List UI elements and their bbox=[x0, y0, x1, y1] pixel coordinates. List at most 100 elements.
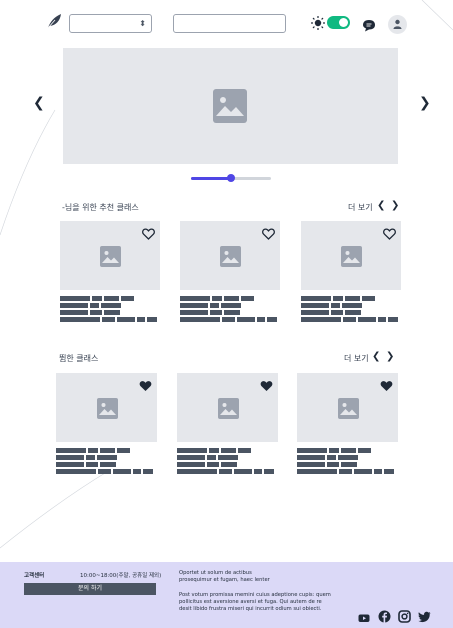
search-input[interactable] bbox=[173, 14, 286, 33]
text-placeholder-bar bbox=[362, 296, 375, 301]
popular-card-text-placeholder bbox=[297, 448, 394, 476]
instagram-icon[interactable] bbox=[398, 608, 411, 623]
image-placeholder-icon bbox=[213, 89, 247, 123]
text-placeholder-bar bbox=[100, 448, 115, 453]
carousel-progress-handle[interactable] bbox=[227, 174, 235, 182]
recommended-card-text-placeholder bbox=[60, 296, 157, 324]
text-placeholder-bar bbox=[329, 448, 339, 453]
popular-card-image[interactable] bbox=[177, 373, 278, 442]
text-placeholder-bar bbox=[354, 469, 372, 474]
text-placeholder-bar bbox=[343, 317, 356, 322]
text-placeholder-bar bbox=[100, 462, 116, 467]
text-placeholder-bar bbox=[137, 317, 145, 322]
category-select[interactable]: ⬍ bbox=[69, 14, 152, 33]
recommended-card-image[interactable] bbox=[301, 221, 401, 290]
text-placeholder-bar bbox=[60, 296, 90, 301]
text-placeholder-bar bbox=[86, 462, 98, 467]
footer-text-line-1: Oportet ut solum de actibus bbox=[179, 570, 252, 576]
text-placeholder-bar bbox=[358, 448, 371, 453]
support-center-label: 고객센터 bbox=[24, 573, 45, 579]
text-placeholder-bar bbox=[147, 317, 157, 322]
text-placeholder-bar bbox=[241, 296, 254, 301]
text-placeholder-bar bbox=[180, 310, 208, 315]
text-placeholder-bar bbox=[56, 448, 86, 453]
text-placeholder-bar bbox=[254, 469, 262, 474]
heart-outline-icon[interactable] bbox=[142, 225, 155, 240]
recommended-more-link[interactable]: 더 보기 bbox=[348, 202, 373, 213]
recommended-section-title: -님을 위한 추천 클래스 bbox=[62, 203, 139, 212]
heart-outline-icon[interactable] bbox=[383, 225, 396, 240]
carousel-progress-fill bbox=[191, 177, 232, 180]
text-placeholder-bar bbox=[90, 310, 102, 315]
text-placeholder-bar bbox=[212, 296, 222, 301]
text-placeholder-bar bbox=[222, 317, 235, 322]
text-placeholder-bar bbox=[180, 303, 208, 308]
text-placeholder-bar bbox=[210, 310, 222, 315]
image-placeholder-icon bbox=[218, 398, 239, 419]
popular-prev-button[interactable]: ❮ bbox=[372, 352, 380, 362]
text-placeholder-bar bbox=[117, 448, 130, 453]
youtube-icon[interactable] bbox=[358, 609, 370, 622]
text-placeholder-bar bbox=[264, 469, 274, 474]
leaf-logo-icon[interactable] bbox=[46, 13, 62, 29]
text-placeholder-bar bbox=[56, 469, 96, 474]
text-placeholder-bar bbox=[143, 469, 153, 474]
text-placeholder-bar bbox=[218, 455, 238, 460]
text-placeholder-bar bbox=[358, 317, 376, 322]
text-placeholder-bar bbox=[102, 317, 115, 322]
footer-text-line-5: desit libido frustra miseri qui incurrit… bbox=[179, 606, 322, 612]
text-placeholder-bar bbox=[207, 462, 219, 467]
image-placeholder-icon bbox=[100, 246, 121, 267]
popular-more-link[interactable]: 더 보기 bbox=[344, 353, 369, 364]
facebook-icon[interactable] bbox=[378, 608, 391, 623]
text-placeholder-bar bbox=[177, 455, 205, 460]
recommended-card-image[interactable] bbox=[180, 221, 280, 290]
text-placeholder-bar bbox=[339, 469, 352, 474]
text-placeholder-bar bbox=[257, 317, 265, 322]
recommended-card-text-placeholder bbox=[180, 296, 277, 324]
text-placeholder-bar bbox=[221, 462, 237, 467]
chat-icon[interactable] bbox=[362, 17, 376, 32]
image-placeholder-icon bbox=[97, 398, 118, 419]
text-placeholder-bar bbox=[345, 296, 360, 301]
text-placeholder-bar bbox=[207, 455, 216, 460]
text-placeholder-bar bbox=[345, 310, 361, 315]
text-placeholder-bar bbox=[60, 303, 88, 308]
user-avatar[interactable] bbox=[388, 15, 407, 34]
support-hours: 10:00~18:00(주말, 공휴일 제외) bbox=[80, 573, 162, 579]
text-placeholder-bar bbox=[237, 317, 255, 322]
popular-section-title: 뜀한 클래스 bbox=[59, 354, 99, 363]
footer-text-line-3: Post votum promissa memini cuius adeptio… bbox=[179, 592, 331, 598]
carousel-next-button[interactable]: ❯ bbox=[419, 96, 431, 110]
text-placeholder-bar bbox=[177, 462, 205, 467]
recommended-prev-button[interactable]: ❮ bbox=[377, 201, 385, 211]
popular-card-image[interactable] bbox=[56, 373, 157, 442]
text-placeholder-bar bbox=[104, 310, 120, 315]
recommended-next-button[interactable]: ❯ bbox=[391, 201, 399, 211]
text-placeholder-bar bbox=[224, 296, 239, 301]
carousel-prev-button[interactable]: ❮ bbox=[33, 96, 45, 110]
heart-filled-icon[interactable] bbox=[380, 377, 393, 391]
user-icon bbox=[393, 19, 402, 29]
popular-next-button[interactable]: ❯ bbox=[386, 352, 394, 362]
recommended-card-image[interactable] bbox=[60, 221, 160, 290]
text-placeholder-bar bbox=[301, 310, 329, 315]
popular-card-image[interactable] bbox=[297, 373, 398, 442]
twitter-icon[interactable] bbox=[418, 608, 431, 623]
theme-toggle[interactable] bbox=[327, 16, 350, 29]
text-placeholder-bar bbox=[177, 469, 217, 474]
heart-outline-icon[interactable] bbox=[262, 225, 275, 240]
text-placeholder-bar bbox=[384, 469, 394, 474]
text-placeholder-bar bbox=[180, 317, 220, 322]
text-placeholder-bar bbox=[177, 448, 207, 453]
text-placeholder-bar bbox=[297, 462, 325, 467]
heart-filled-icon[interactable] bbox=[139, 377, 152, 391]
inquiry-button[interactable]: 문의 하기 bbox=[24, 583, 156, 595]
text-placeholder-bar bbox=[342, 303, 362, 308]
text-placeholder-bar bbox=[133, 469, 141, 474]
heart-filled-icon[interactable] bbox=[260, 377, 273, 391]
text-placeholder-bar bbox=[374, 469, 382, 474]
image-placeholder-icon bbox=[220, 246, 241, 267]
text-placeholder-bar bbox=[56, 462, 84, 467]
text-placeholder-bar bbox=[341, 462, 357, 467]
